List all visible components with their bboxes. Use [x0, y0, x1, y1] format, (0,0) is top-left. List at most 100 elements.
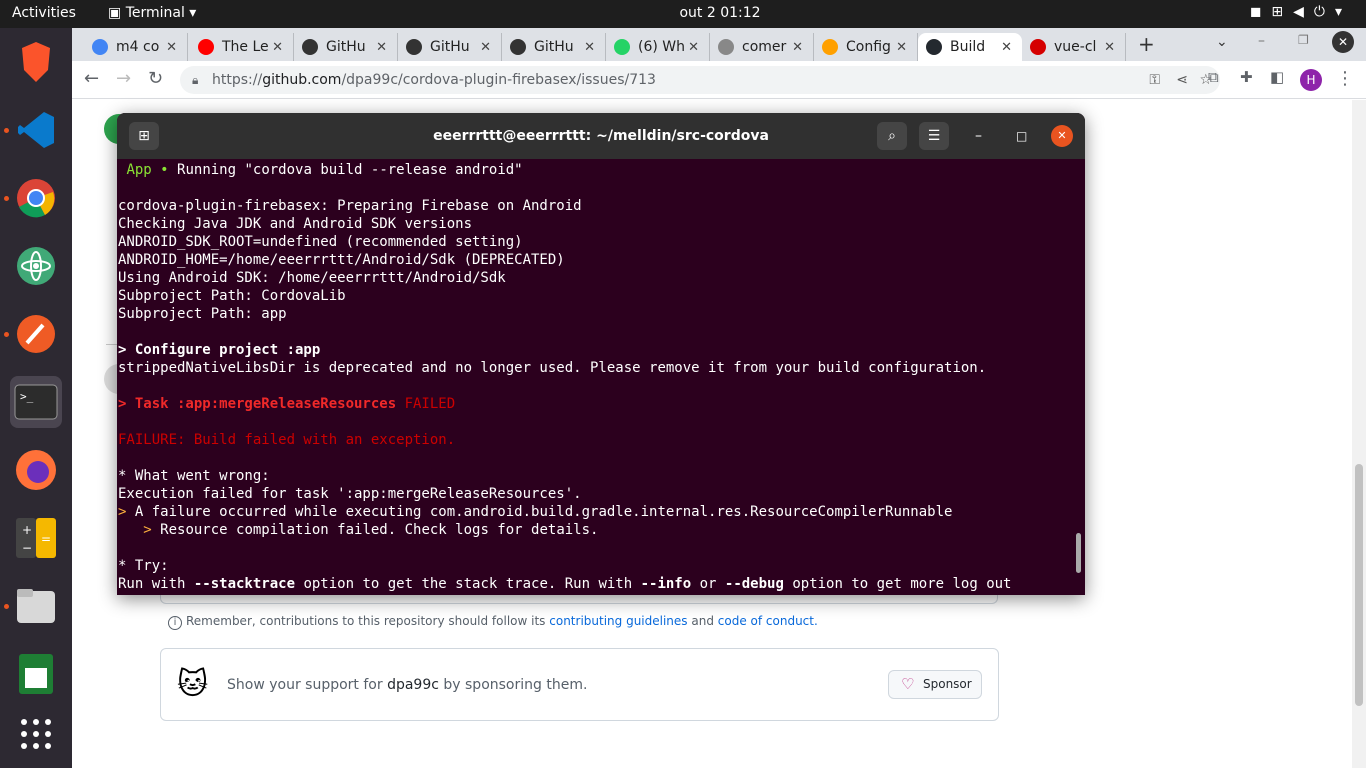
address-bar[interactable]: 🔒︎ https://github.com/dpa99c/cordova-plu…	[180, 66, 1220, 94]
share-icon[interactable]: ⋖	[1176, 66, 1188, 94]
tab-close-icon[interactable]: ✕	[376, 40, 387, 55]
vscode-icon[interactable]	[10, 104, 62, 156]
terminal-line: > Resource compilation failed. Check log…	[143, 522, 599, 538]
terminal-search-icon[interactable]: ⌕	[877, 122, 907, 150]
power-icon: ⏻	[1313, 4, 1335, 20]
terminal-line: Run with --stacktrace option to get the …	[118, 576, 1012, 592]
and-text: and	[691, 614, 714, 628]
tab-close-icon[interactable]: ✕	[896, 40, 907, 55]
maximize-button[interactable]: □	[1016, 113, 1027, 159]
minimize-button[interactable]: –	[975, 113, 982, 159]
browser-tab[interactable]: The Le ✕	[190, 33, 294, 61]
sponsor-prefix: Show your support for	[227, 677, 383, 693]
tab-favicon-icon	[198, 39, 214, 55]
terminal-title: eeerrrttt@eeerrrttt: ~/melldin/src-cordo…	[433, 128, 769, 144]
code-of-conduct-link[interactable]: code of conduct.	[718, 614, 818, 628]
terminal-line: * What went wrong:	[118, 468, 270, 484]
tab-favicon-icon	[822, 39, 838, 55]
brave-icon[interactable]	[10, 36, 62, 88]
browser-toolbar: ← → ↻ 🔒︎ https://github.com/dpa99c/cordo…	[72, 61, 1366, 99]
page-scrollbar[interactable]	[1352, 100, 1366, 768]
tab-favicon-icon	[406, 39, 422, 55]
forward-button[interactable]: →	[116, 68, 131, 89]
svg-text:>_: >_	[20, 390, 34, 403]
browser-tab[interactable]: GitHu ✕	[294, 33, 398, 61]
tab-favicon-icon	[510, 39, 526, 55]
activities-button[interactable]: Activities	[12, 5, 76, 21]
chrome-icon[interactable]	[10, 172, 62, 224]
sponsor-text: Show your support for dpa99c by sponsori…	[227, 677, 587, 693]
tab-close-icon[interactable]: ✕	[792, 40, 803, 55]
terminal-line: * Try:	[118, 558, 169, 574]
side-panel-icon[interactable]: ◧	[1270, 68, 1284, 86]
contributing-guidelines-link[interactable]: contributing guidelines	[549, 614, 687, 628]
calculator-icon[interactable]: + − =	[10, 512, 62, 564]
browser-tab[interactable]: Config ✕	[814, 33, 918, 61]
files-icon[interactable]	[10, 580, 62, 632]
terminal-line: FAILURE: Build failed with an exception.	[118, 432, 456, 448]
browser-tab[interactable]: (6) Wh ✕	[606, 33, 710, 61]
close-button[interactable]: ✕	[1051, 125, 1073, 147]
sponsor-suffix: by sponsoring them.	[443, 677, 588, 693]
tab-favicon-icon	[614, 39, 630, 55]
sponsor-button-label: Sponsor	[923, 677, 972, 691]
terminal-titlebar[interactable]: ⊞ eeerrrttt@eeerrrttt: ~/melldin/src-cor…	[117, 113, 1085, 159]
tab-close-icon[interactable]: ✕	[166, 40, 177, 55]
new-tab-icon[interactable]: ⊞	[129, 122, 159, 150]
firefox-icon[interactable]	[10, 444, 62, 496]
terminal-line: cordova-plugin-firebasex: Preparing Fire…	[118, 198, 582, 214]
tab-search-icon[interactable]: ⌄	[1216, 34, 1228, 50]
sponsor-user-link[interactable]: dpa99c	[387, 677, 439, 693]
browser-tab[interactable]: Build ✕	[918, 33, 1022, 61]
terminal-icon[interactable]: >_	[10, 376, 62, 428]
page-scrollbar-thumb[interactable]	[1355, 464, 1363, 706]
system-top-bar: Activities ▣ Terminal ▾ out 2 01:12 ◼⊞◀⏻…	[0, 0, 1366, 28]
extensions-puzzle-icon[interactable]: ✚	[1240, 68, 1253, 86]
tab-close-icon[interactable]: ✕	[1001, 40, 1012, 55]
tab-close-icon[interactable]: ✕	[272, 40, 283, 55]
browser-tab[interactable]: comer ✕	[710, 33, 814, 61]
tab-close-icon[interactable]: ✕	[584, 40, 595, 55]
spreadsheet-icon[interactable]	[10, 648, 62, 700]
profile-avatar[interactable]: H	[1300, 69, 1322, 91]
app-menu[interactable]: ▣ Terminal ▾	[108, 5, 196, 21]
hamburger-menu-icon[interactable]: ☰	[919, 122, 949, 150]
atom-icon[interactable]	[10, 240, 62, 292]
clock[interactable]: out 2 01:12	[0, 5, 1366, 21]
extension-code-icon[interactable]: ⧉	[1208, 68, 1219, 86]
guidelines-text: Remember, contributions to this reposito…	[186, 614, 546, 628]
terminal-line: > Configure project :app	[118, 342, 321, 358]
terminal-output[interactable]: App • Running "cordova build --release a…	[117, 159, 1085, 593]
browser-tab[interactable]: vue-cl ✕	[1022, 33, 1126, 61]
system-tray[interactable]: ◼⊞◀⏻▾	[1250, 4, 1352, 20]
svg-text:−: −	[22, 541, 32, 555]
reload-button[interactable]: ↻	[148, 68, 163, 89]
new-tab-button[interactable]: +	[1138, 32, 1155, 56]
postman-icon[interactable]	[10, 308, 62, 360]
tab-label: (6) Wh	[638, 39, 685, 55]
sponsor-button[interactable]: ♡ Sponsor	[888, 670, 982, 699]
tab-close-icon[interactable]: ✕	[1104, 40, 1115, 55]
terminal-line: > A failure occurred while executing com…	[118, 504, 953, 520]
close-browser-button[interactable]: ✕	[1332, 31, 1354, 53]
terminal-line: Checking Java JDK and Android SDK versio…	[118, 216, 473, 232]
restore-browser-button[interactable]: ❐	[1298, 33, 1309, 47]
terminal-window[interactable]: ⊞ eeerrrttt@eeerrrttt: ~/melldin/src-cor…	[117, 113, 1085, 595]
svg-text:=: =	[41, 532, 51, 546]
browser-tab[interactable]: m4 co ✕	[84, 33, 188, 61]
show-apps-icon[interactable]	[10, 708, 62, 760]
minimize-browser-button[interactable]: –	[1258, 33, 1265, 49]
terminal-line: Subproject Path: CordovaLib	[118, 288, 346, 304]
key-icon[interactable]: ⚿	[1149, 66, 1160, 94]
browser-tab[interactable]: GitHu ✕	[502, 33, 606, 61]
tab-label: GitHu	[534, 39, 574, 55]
back-button[interactable]: ←	[84, 68, 99, 89]
volume-icon: ◀	[1293, 4, 1314, 20]
contribution-guidelines-note: i Remember, contributions to this reposit…	[168, 614, 818, 630]
terminal-scrollbar[interactable]	[1076, 533, 1081, 573]
tab-close-icon[interactable]: ✕	[480, 40, 491, 55]
browser-tab[interactable]: GitHu ✕	[398, 33, 502, 61]
tab-close-icon[interactable]: ✕	[688, 40, 699, 55]
tab-label: vue-cl	[1054, 39, 1097, 55]
browser-menu-icon[interactable]: ⋮	[1336, 68, 1354, 89]
